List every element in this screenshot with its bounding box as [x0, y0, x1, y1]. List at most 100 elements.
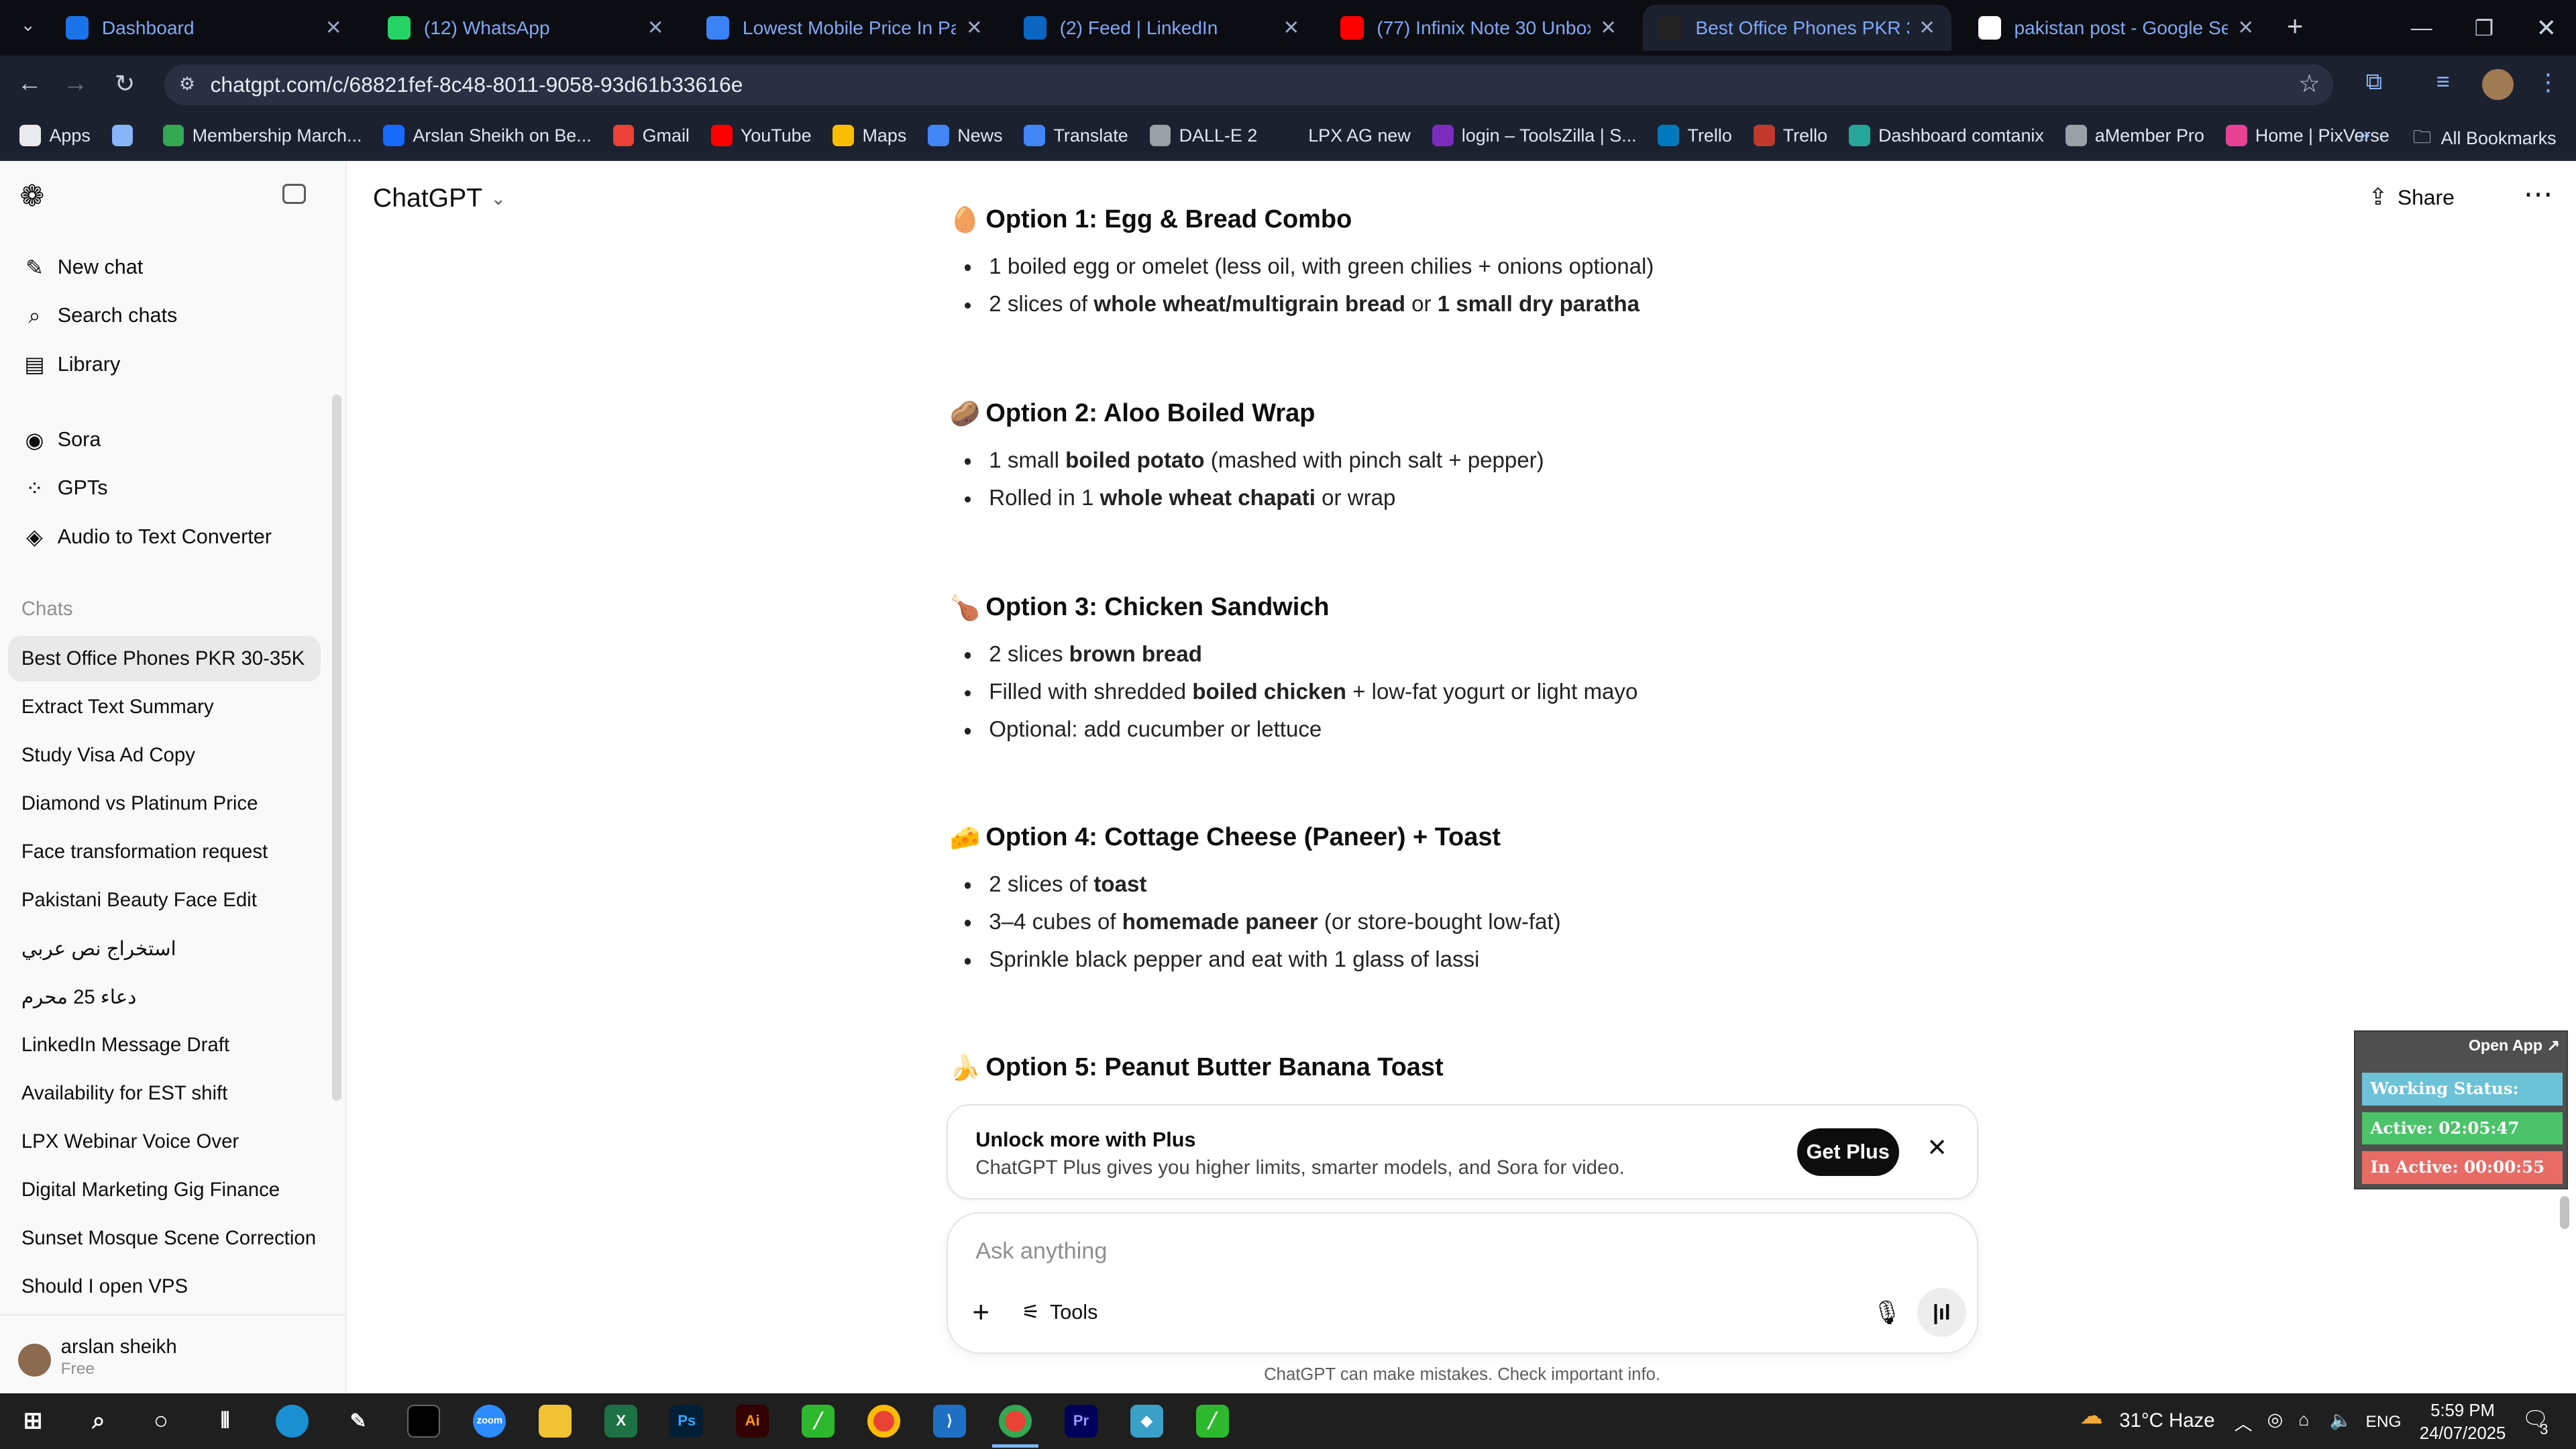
language-indicator[interactable]: ENG [2366, 1413, 2402, 1432]
bookmark-star-icon[interactable]: ☆ [2298, 69, 2320, 98]
bookmark-item[interactable]: aMember Pro [2065, 125, 2204, 147]
sidebar-item-search-chats[interactable]: ⌕ Search chats [21, 303, 178, 329]
chat-history-item[interactable]: LPX Webinar Voice Over [8, 1119, 320, 1165]
sidebar-item-audio-to-text-converter[interactable]: ◈ Audio to Text Converter [21, 524, 272, 549]
wifi-icon[interactable]: ⌂ [2298, 1409, 2309, 1430]
sidebar-item-new-chat[interactable]: ✎ New chat [21, 255, 143, 280]
cortana-icon[interactable]: ○ [145, 1405, 178, 1438]
voice-mode-button[interactable]: |ıl [1917, 1287, 1966, 1338]
task-view-icon[interactable]: ⫴ [209, 1405, 241, 1438]
bookmark-item[interactable]: Apps [19, 125, 91, 147]
reload-button[interactable]: ↻ [109, 69, 142, 98]
vscode-icon[interactable]: ⟩ [933, 1404, 966, 1438]
bookmark-item[interactable]: DALL-E 2 [1149, 125, 1257, 147]
tab-4[interactable]: (2) Feed | LinkedIn ✕ [1007, 5, 1316, 51]
browser-menu-icon[interactable]: ⋮ [2536, 69, 2559, 96]
tab-close-icon[interactable]: ✕ [966, 16, 983, 40]
photoshop-icon[interactable]: Ps [670, 1404, 704, 1438]
bookmark-item[interactable]: Gmail [612, 125, 690, 147]
site-info-icon[interactable]: ⚙ [179, 74, 195, 95]
bookmark-item[interactable]: login – ToolsZilla | S... [1432, 125, 1637, 147]
weather-text[interactable]: 31°C Haze [2119, 1409, 2214, 1432]
prompt-input[interactable]: Ask anything [975, 1238, 1862, 1265]
chat-history-item[interactable]: Diamond vs Platinum Price [8, 781, 320, 827]
media-icon[interactable]: ≡ [2436, 69, 2450, 95]
tab-1[interactable]: Dashboard ✕ [49, 5, 358, 51]
tab-close-icon[interactable]: ✕ [1600, 16, 1617, 40]
extensions-icon[interactable]: ⧉ [2366, 69, 2382, 95]
get-plus-button[interactable]: Get Plus [1796, 1128, 1899, 1177]
chat-history-item[interactable]: Sunset Mosque Scene Correction [8, 1216, 320, 1262]
open-app-button[interactable]: Open App ↗ [2469, 1036, 2560, 1055]
tab-search-button[interactable]: ⌄ [13, 15, 43, 41]
zoom-icon[interactable]: zoom [473, 1404, 506, 1438]
bookmark-item[interactable]: Trello [1658, 125, 1732, 147]
tab-close-icon[interactable]: ✕ [1919, 16, 1935, 40]
tray-chevron-icon[interactable]: ︿ [2235, 1409, 2253, 1436]
chat-history-item[interactable]: Best Office Phones PKR 30-35K [8, 635, 321, 682]
terminal-icon[interactable] [407, 1404, 441, 1438]
premiere-icon[interactable]: Pr [1064, 1404, 1097, 1438]
edge-icon[interactable] [276, 1404, 309, 1438]
tab-close-icon[interactable]: ✕ [1283, 16, 1300, 40]
chat-history-item[interactable]: Digital Marketing Gig Finance [8, 1167, 320, 1214]
search-icon[interactable]: ⌕ [82, 1405, 115, 1438]
share-button[interactable]: ⇪ Share [2368, 184, 2454, 211]
microphone-icon[interactable]: 🎙 [1872, 1299, 1902, 1326]
clock-date[interactable]: 24/07/2025 [2415, 1424, 2510, 1444]
bookmark-item[interactable]: Dashboard comtanix [1848, 125, 2044, 147]
sidebar-item-library[interactable]: ▤ Library [21, 352, 120, 377]
bookmark-item[interactable]: News [928, 125, 1003, 147]
all-bookmarks-button[interactable]: 🗀 All Bookmarks [2413, 123, 2557, 154]
close-window-button[interactable]: ✕ [2515, 0, 2576, 56]
forward-button[interactable]: → [59, 69, 92, 97]
tab-5[interactable]: (77) Infinix Note 30 Unboxing | ✕ [1324, 5, 1633, 51]
chat-history-item[interactable]: Availability for EST shift [8, 1071, 320, 1117]
tab-close-icon[interactable]: ✕ [325, 16, 342, 40]
network-icon[interactable]: ◎ [2267, 1409, 2284, 1430]
chat-history-item[interactable]: Study Visa Ad Copy [8, 733, 320, 779]
chat-history-item[interactable]: Extract Text Summary [8, 684, 320, 731]
restore-button[interactable]: ❐ [2453, 0, 2515, 56]
profile-avatar[interactable] [2482, 68, 2514, 101]
bookmark-item[interactable]: YouTube [710, 125, 812, 147]
chat-history-item[interactable]: Pakistani Beauty Face Edit [8, 877, 320, 924]
sidebar-item-sora[interactable]: ◉ Sora [21, 427, 101, 453]
bookmark-item[interactable]: LPX AG new [1279, 125, 1411, 147]
tab-6[interactable]: Best Office Phones PKR 30-35K ✕ [1643, 5, 1952, 51]
back-button[interactable]: ← [13, 69, 46, 97]
bookmark-item[interactable]: Membership March... [162, 125, 362, 147]
tab-7[interactable]: pakistan post - Google Search ✕ [1962, 5, 2270, 51]
close-sidebar-icon[interactable] [282, 184, 306, 204]
chat-history-item[interactable]: Face transformation request [8, 829, 320, 875]
file-explorer-icon[interactable] [539, 1404, 572, 1438]
main-scrollbar[interactable] [2559, 1195, 2570, 1229]
app-green-icon[interactable]: ╱ [802, 1404, 835, 1438]
chat-history-item[interactable]: استخراج نص عربي [8, 926, 320, 972]
tools-button[interactable]: ⚟ Tools [1022, 1301, 1098, 1324]
volume-icon[interactable]: 🔈 [2330, 1409, 2353, 1431]
openai-logo-icon[interactable]: ❁ [19, 179, 44, 213]
clock-time[interactable]: 5:59 PM [2423, 1401, 2502, 1421]
bookmark-item[interactable] [111, 125, 142, 147]
bookmark-item[interactable]: Arslan Sheikh on Be... [383, 125, 592, 147]
user-menu[interactable]: arslan sheikh Free [0, 1314, 347, 1393]
more-options-icon[interactable]: ⋯ [2524, 177, 2553, 211]
model-selector[interactable]: ChatGPT ⌄ [373, 184, 506, 213]
chat-history-item[interactable]: Should I open VPS [8, 1264, 320, 1310]
add-attachment-icon[interactable]: + [972, 1296, 989, 1330]
pen-icon[interactable]: ✎ [341, 1405, 374, 1438]
chrome-icon[interactable] [867, 1404, 901, 1438]
sidebar-item-gpts[interactable]: ⁘ GPTs [21, 476, 107, 501]
chrome-active-icon[interactable] [998, 1404, 1032, 1438]
tab-3[interactable]: Lowest Mobile Price In Pakistan ✕ [690, 5, 999, 51]
start-button[interactable]: ⊞ [16, 1405, 49, 1438]
bookmark-item[interactable]: Translate [1024, 125, 1128, 147]
new-tab-button[interactable]: + [2287, 10, 2303, 42]
bookmark-item[interactable]: Trello [1753, 125, 1827, 147]
chat-history-item[interactable]: LinkedIn Message Draft [8, 1022, 320, 1069]
excel-icon[interactable]: X [604, 1404, 638, 1438]
bookmark-item[interactable]: Maps [833, 125, 906, 147]
url-field[interactable]: ⚙ chatgpt.com/c/68821fef-8c48-8011-9058-… [164, 64, 2333, 105]
chat-history-item[interactable]: دعاء 25 محرم [8, 974, 320, 1020]
